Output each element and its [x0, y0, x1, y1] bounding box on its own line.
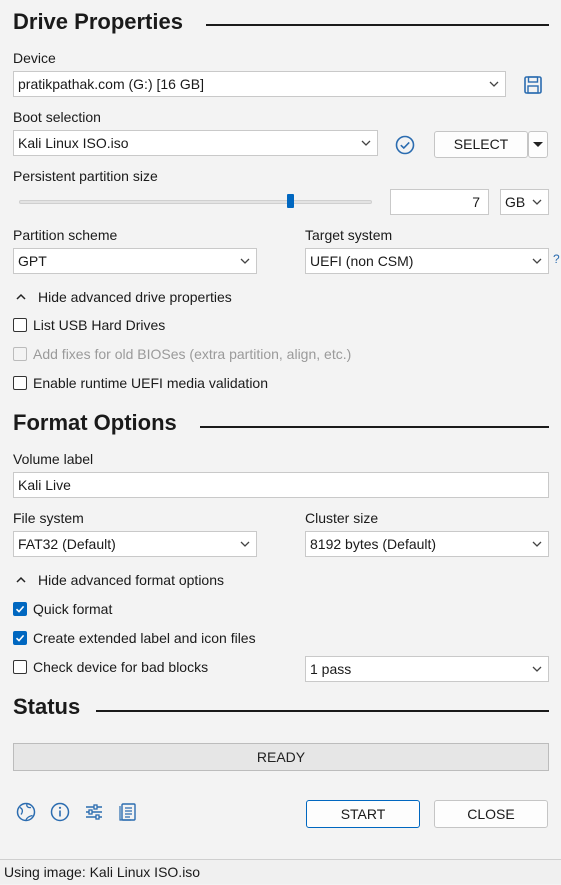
- target-system-select[interactable]: UEFI (non CSM): [305, 248, 549, 274]
- check-circle-icon[interactable]: [394, 134, 416, 156]
- hide-advanced-format-label: Hide advanced format options: [38, 572, 224, 588]
- target-system-help-link[interactable]: ?: [553, 252, 560, 266]
- partition-scheme-select[interactable]: GPT: [13, 248, 257, 274]
- device-label: Device: [13, 50, 56, 66]
- hide-advanced-format-toggle[interactable]: Hide advanced format options: [15, 572, 275, 590]
- status-title: Status: [13, 694, 81, 719]
- persistent-unit-value: GB: [505, 194, 526, 210]
- device-select[interactable]: pratikpathak.com (G:) [16 GB]: [13, 71, 506, 97]
- status-progress-bar: READY: [13, 743, 549, 771]
- add-fixes-checkbox[interactable]: [13, 347, 27, 361]
- boot-selection-select[interactable]: Kali Linux ISO.iso: [13, 130, 378, 156]
- extended-label-checkbox[interactable]: [13, 631, 27, 645]
- drive-properties-title: Drive Properties: [13, 9, 183, 34]
- status-bar: Using image: Kali Linux ISO.iso: [0, 859, 561, 884]
- chevron-down-icon: [532, 541, 542, 547]
- caret-down-icon: [533, 142, 543, 147]
- list-usb-label: List USB Hard Drives: [33, 317, 166, 333]
- select-button[interactable]: SELECT: [434, 131, 528, 158]
- status-divider: [96, 710, 549, 712]
- bad-blocks-passes-value: 1 pass: [310, 661, 352, 677]
- cluster-size-label: Cluster size: [305, 510, 379, 526]
- extended-label-label: Create extended label and icon files: [33, 630, 256, 646]
- target-system-value: UEFI (non CSM): [310, 253, 414, 269]
- hide-advanced-drive-toggle[interactable]: Hide advanced drive properties: [15, 289, 275, 307]
- quick-format-label: Quick format: [33, 601, 113, 617]
- format-options-divider: [200, 426, 549, 428]
- persistent-partition-slider-thumb[interactable]: [287, 194, 294, 208]
- close-button[interactable]: CLOSE: [434, 800, 548, 828]
- runtime-uefi-label: Enable runtime UEFI media validation: [33, 375, 269, 391]
- persistent-size-input[interactable]: 7: [390, 189, 489, 215]
- cluster-size-select[interactable]: 8192 bytes (Default): [305, 531, 549, 557]
- chevron-down-icon: [532, 666, 542, 672]
- select-dropdown-button[interactable]: [528, 131, 548, 158]
- persistent-partition-slider[interactable]: [19, 200, 372, 204]
- partition-scheme-value: GPT: [18, 253, 47, 269]
- checkmark-icon: [15, 634, 25, 642]
- add-fixes-label: Add fixes for old BIOSes (extra partitio…: [33, 346, 352, 362]
- chevron-down-icon: [240, 541, 250, 547]
- file-system-value: FAT32 (Default): [18, 536, 116, 552]
- chevron-down-icon: [532, 258, 542, 264]
- persistent-unit-select[interactable]: GB: [500, 189, 549, 215]
- settings-sliders-icon[interactable]: [83, 801, 105, 823]
- chevron-down-icon: [240, 258, 250, 264]
- target-system-label: Target system: [305, 227, 393, 243]
- file-system-select[interactable]: FAT32 (Default): [13, 531, 257, 557]
- drive-properties-divider: [206, 24, 549, 26]
- cluster-size-value: 8192 bytes (Default): [310, 536, 437, 552]
- chevron-down-icon: [532, 199, 542, 205]
- save-icon[interactable]: [523, 75, 543, 95]
- quick-format-checkbox[interactable]: [13, 602, 27, 616]
- format-options-title: Format Options: [13, 410, 177, 435]
- start-button[interactable]: START: [306, 800, 420, 828]
- partition-scheme-label: Partition scheme: [13, 227, 118, 243]
- checkmark-icon: [15, 605, 25, 613]
- info-icon[interactable]: [49, 801, 71, 823]
- globe-icon[interactable]: [15, 801, 37, 823]
- chevron-down-icon: [489, 81, 499, 87]
- log-icon[interactable]: [117, 801, 139, 823]
- chevron-up-icon: [16, 576, 26, 583]
- list-usb-checkbox[interactable]: [13, 318, 27, 332]
- persistent-partition-label: Persistent partition size: [13, 168, 158, 184]
- bad-blocks-checkbox[interactable]: [13, 660, 27, 674]
- device-select-value: pratikpathak.com (G:) [16 GB]: [18, 76, 204, 92]
- chevron-down-icon: [361, 140, 371, 146]
- bad-blocks-passes-select[interactable]: 1 pass: [305, 656, 549, 682]
- chevron-up-icon: [16, 293, 26, 300]
- file-system-label: File system: [13, 510, 84, 526]
- volume-label-label: Volume label: [13, 451, 94, 467]
- bad-blocks-label: Check device for bad blocks: [33, 659, 209, 675]
- boot-selection-label: Boot selection: [13, 109, 101, 125]
- hide-advanced-drive-label: Hide advanced drive properties: [38, 289, 232, 305]
- volume-label-input[interactable]: Kali Live: [13, 472, 549, 498]
- boot-selection-value: Kali Linux ISO.iso: [18, 135, 129, 151]
- runtime-uefi-checkbox[interactable]: [13, 376, 27, 390]
